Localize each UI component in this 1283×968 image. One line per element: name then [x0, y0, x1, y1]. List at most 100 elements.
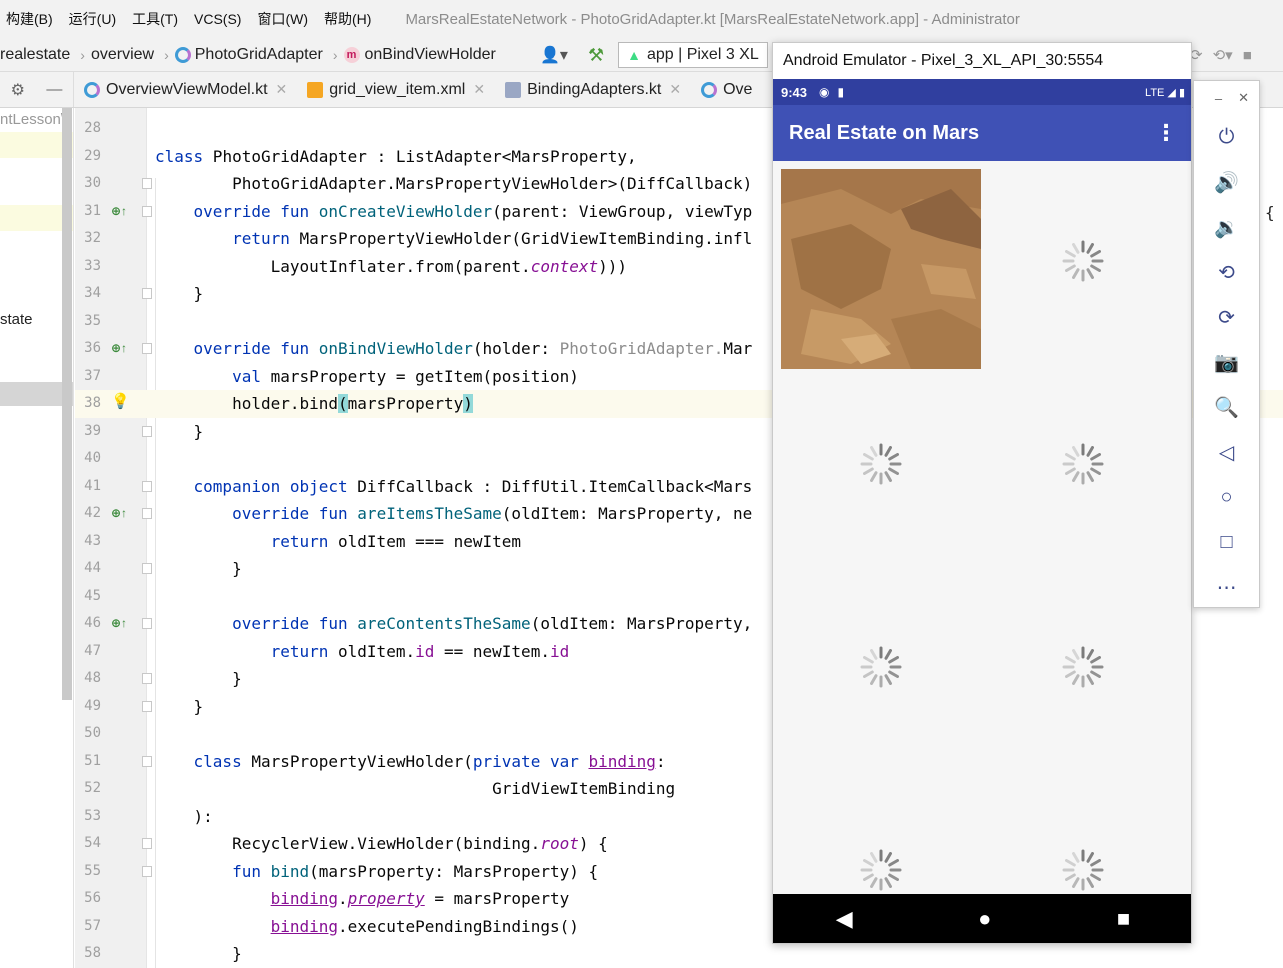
menu-tools[interactable]: 工具(T) [124, 0, 186, 38]
close-icon[interactable]: ✕ [669, 81, 681, 98]
fold-icon[interactable] [142, 178, 152, 189]
overview-button[interactable]: □ [1194, 520, 1259, 565]
code-text: ): [155, 807, 213, 826]
photo-grid[interactable] [773, 161, 1191, 894]
home-button[interactable]: ○ [1194, 475, 1259, 520]
loading-spinner-icon [860, 646, 902, 688]
back-icon[interactable]: ◀ [836, 906, 853, 932]
code-text: binding.property = marsProperty [270, 889, 570, 908]
menu-help[interactable]: 帮助(H) [316, 0, 379, 38]
implements-icon[interactable]: ⊕↑ [111, 616, 127, 630]
minimize-icon[interactable]: – [1215, 91, 1222, 106]
code-line: 58 } [75, 940, 1283, 968]
chevron-right-icon: › [80, 46, 85, 63]
run-config-select[interactable]: ▲ app | Pixel 3 XL [618, 42, 768, 68]
zoom-button[interactable]: 🔍 [1194, 385, 1259, 430]
fold-icon[interactable] [142, 673, 152, 684]
xml-file-icon [307, 81, 324, 98]
loading-placeholder [781, 770, 981, 894]
android-icon: ▲ [627, 47, 641, 63]
loading-spinner-icon [860, 849, 902, 891]
notification-icon: ◉ [819, 85, 830, 99]
close-icon[interactable]: ✕ [1238, 90, 1249, 106]
menu-vcs[interactable]: VCS(S) [186, 0, 249, 38]
line-number: 47 [84, 643, 101, 659]
volume-up-button[interactable]: 🔊 [1194, 160, 1259, 205]
volume-down-button[interactable]: 🔉 [1194, 205, 1259, 250]
more-button[interactable]: ⋯ [1194, 565, 1259, 610]
code-text: return MarsPropertyViewHolder(GridViewIt… [232, 229, 753, 248]
line-number: 44 [84, 560, 101, 576]
mars-property-photo[interactable] [781, 169, 981, 369]
menu-build[interactable]: 构建(B) [0, 0, 61, 38]
tab-grid-view-item[interactable]: grid_view_item.xml ✕ [297, 72, 495, 107]
line-number: 51 [84, 753, 101, 769]
more-icon: ⋯ [1216, 577, 1237, 599]
tab-overviewviewmodel[interactable]: OverviewViewModel.kt ✕ [74, 72, 297, 107]
fold-icon[interactable] [142, 481, 152, 492]
sd-card-icon: ▮ [837, 85, 845, 99]
rotate-left-button[interactable]: ⟲ [1194, 250, 1259, 295]
fold-icon[interactable] [142, 838, 152, 849]
android-status-bar: 9:43 ◉ ▮ LTE ◢ ▮ [773, 79, 1191, 105]
breadcrumb-realestate[interactable]: realestate [0, 46, 74, 64]
fold-icon[interactable] [142, 288, 152, 299]
hammer-icon[interactable]: ⚒ [588, 45, 604, 66]
breadcrumb-overview[interactable]: overview [91, 46, 158, 64]
stop-icon[interactable]: ■ [1243, 47, 1252, 64]
close-icon[interactable]: ✕ [276, 81, 288, 98]
breadcrumb-onbindviewholder[interactable]: m onBindViewHolder [343, 46, 500, 64]
back-button[interactable]: ◁ [1194, 430, 1259, 475]
fold-icon[interactable] [142, 343, 152, 354]
rotate-right-icon: ⟳ [1218, 307, 1235, 329]
gear-icon[interactable]: ⚙ [11, 80, 25, 100]
line-number: 52 [84, 780, 101, 796]
code-text: } [155, 669, 242, 688]
code-text: companion object DiffCallback : DiffUtil… [193, 477, 753, 496]
code-text: LayoutInflater.from(parent.context))) [155, 257, 628, 276]
fold-icon[interactable] [142, 563, 152, 574]
code-text: return oldItem === newItem [270, 532, 522, 551]
user-icon[interactable]: 👤▾ [540, 45, 568, 65]
line-number: 49 [84, 698, 101, 714]
line-number: 50 [84, 725, 101, 741]
menu-bar: 构建(B) 运行(U) 工具(T) VCS(S) 窗口(W) 帮助(H) Mar… [0, 0, 1283, 38]
method-icon: m [343, 46, 360, 63]
fold-icon[interactable] [142, 866, 152, 877]
more-vert-icon[interactable]: ⋮ [1155, 120, 1177, 146]
android-emulator-window[interactable]: Android Emulator - Pixel_3_XL_API_30:555… [772, 42, 1192, 944]
minimize-icon[interactable]: — [46, 81, 62, 99]
panel-scrollbar[interactable] [62, 108, 72, 700]
status-time: 9:43 [781, 84, 808, 100]
close-icon[interactable]: ✕ [473, 81, 485, 98]
fold-icon[interactable] [142, 508, 152, 519]
tab-overview-truncated[interactable]: Ove [691, 72, 762, 107]
fold-icon[interactable] [142, 701, 152, 712]
line-number: 32 [84, 230, 101, 246]
right-tools: ⟳ ⟲▾ ■ [1190, 38, 1262, 71]
lightbulb-icon[interactable]: 💡 [111, 392, 130, 410]
tab-bindingadapters[interactable]: BindingAdapters.kt ✕ [495, 72, 691, 107]
implements-icon[interactable]: ⊕↑ [111, 341, 127, 355]
line-number: 33 [84, 258, 101, 274]
loading-placeholder [781, 364, 981, 564]
fold-icon[interactable] [142, 756, 152, 767]
fold-icon[interactable] [142, 618, 152, 629]
emulator-toolbar: – ✕ ⏻ 🔊 🔉 ⟲ ⟳ 📷 🔍 ◁ ○ □ ⋯ [1193, 80, 1260, 608]
fold-icon[interactable] [142, 426, 152, 437]
coverage-icon[interactable]: ⟲▾ [1213, 46, 1233, 64]
screenshot-button[interactable]: 📷 [1194, 340, 1259, 385]
implements-icon[interactable]: ⊕↑ [111, 506, 127, 520]
fold-icon[interactable] [142, 206, 152, 217]
implements-icon[interactable]: ⊕↑ [111, 204, 127, 218]
rotate-right-button[interactable]: ⟳ [1194, 295, 1259, 340]
menu-window[interactable]: 窗口(W) [249, 0, 316, 38]
menu-run[interactable]: 运行(U) [61, 0, 124, 38]
power-button[interactable]: ⏻ [1194, 115, 1259, 160]
line-number: 55 [84, 863, 101, 879]
back-icon: ◁ [1218, 442, 1235, 464]
breadcrumb-photogridadapter[interactable]: PhotoGridAdapter [174, 46, 327, 64]
loading-placeholder [983, 364, 1183, 564]
home-icon[interactable]: ● [978, 906, 991, 932]
recents-icon[interactable]: ■ [1117, 906, 1130, 932]
